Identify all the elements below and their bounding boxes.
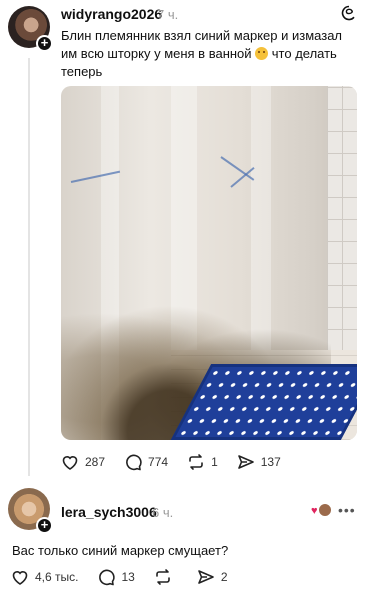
heart-icon — [62, 456, 78, 470]
repost-count: 1 — [211, 455, 218, 469]
repost-button[interactable]: 1 — [186, 452, 218, 472]
reply-timestamp: 6 ч. — [152, 505, 174, 520]
share-button[interactable]: 137 — [236, 452, 281, 472]
comment-count: 774 — [148, 455, 169, 469]
comment-bubble-icon — [99, 569, 116, 586]
reply-share-count: 2 — [220, 570, 228, 584]
repost-icon — [156, 569, 170, 585]
more-options-button[interactable]: ••• — [338, 502, 356, 518]
liked-by-author-indicator: ♥ — [311, 503, 332, 519]
like-count: 287 — [85, 455, 106, 469]
send-icon — [198, 570, 214, 584]
author-mini-avatar — [318, 503, 332, 517]
share-count: 137 — [260, 455, 281, 469]
reply-body-text: Вас только синий маркер смущает? — [12, 543, 229, 558]
like-button[interactable]: 287 — [60, 452, 105, 472]
repost-icon — [189, 454, 203, 470]
reply-share-button[interactable]: 2 — [196, 567, 228, 587]
heart-icon — [12, 571, 28, 585]
reply-like-count: 4,6 тыс. — [35, 570, 79, 584]
thread-connector-line — [28, 58, 30, 476]
reply-username[interactable]: lera_sych3006 — [61, 504, 157, 520]
send-icon — [237, 455, 254, 469]
shower-curtain-photo[interactable] — [61, 86, 357, 440]
post-username[interactable]: widyrango2026 — [61, 6, 162, 22]
reply-action-bar: 4,6 тыс. 13 2 — [10, 567, 246, 587]
threads-logo-icon — [341, 5, 355, 21]
reply-like-button[interactable]: 4,6 тыс. — [10, 567, 78, 587]
reply-repost-button[interactable] — [153, 567, 178, 587]
post-body-text: Блин племянник взял синий маркер и измаз… — [61, 27, 361, 81]
reply-follow-plus-icon[interactable]: + — [36, 517, 53, 534]
comment-bubble-icon — [126, 454, 142, 471]
reply-comment-count: 13 — [121, 570, 135, 584]
post-action-bar: 287 774 1 137 — [60, 452, 299, 472]
reply-comment-button[interactable]: 13 — [96, 567, 135, 587]
comment-button[interactable]: 774 — [123, 452, 168, 472]
unamused-face-emoji-icon — [255, 47, 269, 60]
post-timestamp: 7 ч. — [157, 7, 179, 22]
follow-plus-icon[interactable]: + — [36, 35, 53, 52]
